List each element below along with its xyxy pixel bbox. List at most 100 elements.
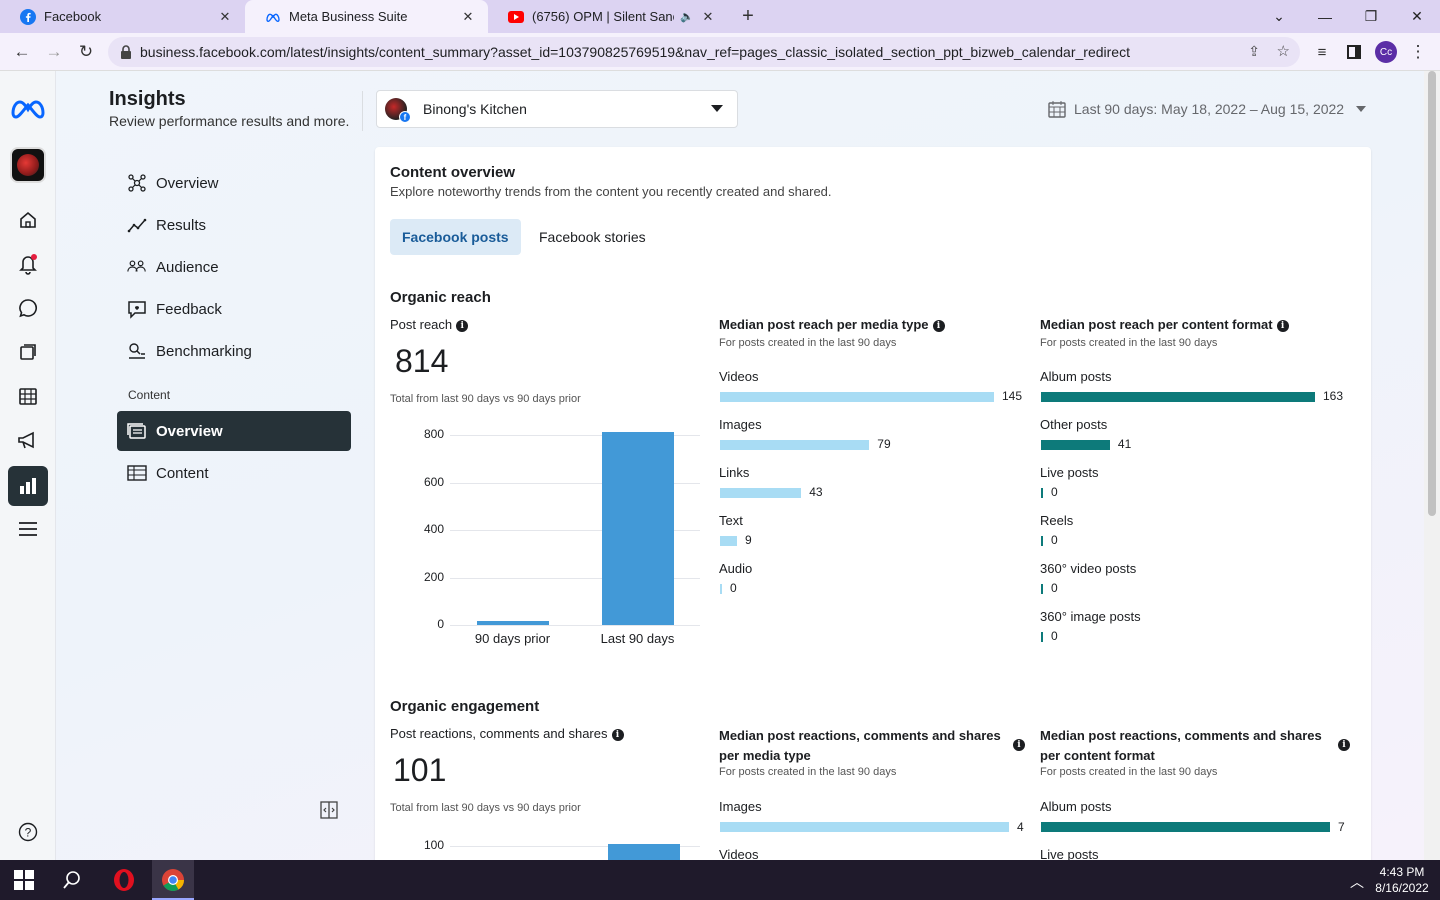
- close-tab-icon[interactable]: ✕: [700, 9, 716, 25]
- speaker-icon[interactable]: 🔈: [680, 10, 694, 23]
- y-tick-label: 0: [437, 617, 444, 631]
- post-reach-label: Post reach: [390, 317, 453, 332]
- sidebar-item-results[interactable]: Results: [117, 205, 351, 245]
- bar-last-90-days: [601, 431, 674, 625]
- info-icon[interactable]: i: [1013, 739, 1025, 751]
- post-reach-note: Total from last 90 days vs 90 days prior: [390, 393, 581, 405]
- page-content: ? Insights Review performance results an…: [0, 71, 1424, 860]
- content-format-chart: Album posts 163 Other posts 41 Live posts 0 Re…: [1040, 369, 1360, 659]
- media-type-note: For posts created in the last 90 days: [719, 337, 897, 349]
- facebook-icon: [20, 8, 36, 25]
- page-name: Binong's Kitchen: [423, 101, 527, 117]
- tray-chevron-icon[interactable]: ︿: [1350, 872, 1364, 892]
- notifications-icon[interactable]: [8, 246, 48, 282]
- calendar-icon: [1048, 101, 1066, 118]
- bar-value: 163: [1323, 389, 1344, 403]
- clock[interactable]: 4:43 PM 8/16/2022: [1372, 864, 1432, 896]
- header-divider: [362, 91, 363, 131]
- bar-reels: [1041, 536, 1043, 546]
- page-title: Insights: [109, 88, 186, 110]
- home-icon[interactable]: [8, 202, 48, 238]
- engagement-label-row: Post reactions, comments and shares i: [390, 726, 624, 741]
- tab-search-chevron-icon[interactable]: ⌄: [1256, 0, 1302, 33]
- new-tab-icon[interactable]: +: [736, 4, 760, 28]
- chrome-taskbar-button[interactable]: [152, 860, 194, 900]
- opera-icon[interactable]: [112, 868, 136, 892]
- x-tick-label: 90 days prior: [474, 631, 551, 646]
- info-icon[interactable]: i: [932, 320, 945, 332]
- people-icon: [127, 257, 147, 277]
- page-avatar-small: f: [385, 98, 411, 123]
- side-panel-icon[interactable]: [1338, 33, 1370, 71]
- bar-label: Reels: [1040, 513, 1074, 528]
- profile-avatar[interactable]: Cc: [1375, 41, 1397, 63]
- y-tick-label: 600: [423, 474, 444, 489]
- bar-label: Live posts: [1040, 847, 1099, 860]
- tab-facebook-stories[interactable]: Facebook stories: [527, 219, 658, 255]
- clock-date: 8/16/2022: [1375, 881, 1429, 895]
- close-tab-icon[interactable]: ✕: [460, 9, 476, 25]
- reading-list-icon[interactable]: ≡: [1306, 33, 1338, 71]
- gridline: [450, 625, 700, 626]
- page-scrollbar[interactable]: [1424, 71, 1440, 860]
- info-icon[interactable]: i: [456, 320, 469, 332]
- close-tab-icon[interactable]: ✕: [217, 9, 233, 25]
- all-tools-menu-icon[interactable]: [8, 511, 48, 547]
- bookmark-star-icon[interactable]: ☆: [1277, 42, 1290, 60]
- reload-icon[interactable]: ↻: [70, 33, 102, 71]
- sidebar-section-label: Content: [128, 388, 171, 402]
- organic-engagement-title: Organic engagement: [390, 698, 540, 715]
- benchmark-icon: [127, 341, 147, 361]
- tab-title: Facebook: [44, 9, 102, 24]
- info-icon[interactable]: i: [1338, 739, 1350, 751]
- search-icon[interactable]: [62, 870, 82, 890]
- bar-album-posts: [1041, 392, 1315, 402]
- address-bar[interactable]: business.facebook.com/latest/insights/co…: [108, 37, 1300, 67]
- collapse-sidebar-icon[interactable]: [319, 800, 339, 820]
- content-format-note: For posts created in the last 90 days: [1040, 337, 1218, 349]
- browser-tab-youtube[interactable]: (6756) OPM | Silent Sanctuary 🔈 ✕: [488, 0, 728, 33]
- sidebar-item-content[interactable]: Content: [117, 453, 351, 493]
- browser-tab-facebook[interactable]: Facebook ✕: [0, 0, 245, 33]
- sidebar-item-overview[interactable]: Overview: [117, 163, 351, 203]
- youtube-icon: [508, 10, 524, 23]
- caret-down-icon: [711, 105, 723, 112]
- posts-icon[interactable]: [8, 334, 48, 370]
- browser-toolbar: ← → ↻ business.facebook.com/latest/insig…: [0, 33, 1440, 71]
- planner-icon[interactable]: [8, 378, 48, 414]
- meta-logo-icon[interactable]: [8, 91, 48, 127]
- page-avatar[interactable]: [8, 147, 48, 183]
- sidebar-item-benchmarking[interactable]: Benchmarking: [117, 331, 351, 371]
- card-description: Explore noteworthy trends from the conte…: [390, 184, 832, 199]
- info-icon[interactable]: i: [1276, 320, 1289, 332]
- engagement-bar-images: [720, 822, 1009, 832]
- sidebar-item-content-overview[interactable]: Overview: [117, 411, 351, 451]
- card-title: Content overview: [390, 164, 516, 181]
- ads-icon[interactable]: [8, 422, 48, 458]
- post-reach-chart: 0 200 400 600 800 90 days prior Last 90 days: [390, 427, 700, 667]
- insights-icon[interactable]: [8, 466, 48, 506]
- minimize-icon[interactable]: —: [1302, 0, 1348, 33]
- back-icon[interactable]: ←: [6, 33, 38, 71]
- browser-menu-icon[interactable]: ⋮: [1402, 33, 1434, 71]
- date-range-selector[interactable]: Last 90 days: May 18, 2022 – Aug 15, 202…: [1048, 99, 1367, 119]
- info-icon[interactable]: i: [611, 729, 624, 741]
- sidebar-item-feedback[interactable]: Feedback: [117, 289, 351, 329]
- browser-tab-meta-business-suite[interactable]: Meta Business Suite ✕: [245, 0, 488, 33]
- inbox-icon[interactable]: [8, 290, 48, 326]
- media-type-title: Median post reach per media type: [719, 317, 929, 332]
- share-icon[interactable]: ⇪: [1248, 43, 1260, 60]
- browser-tab-bar: Facebook ✕ Meta Business Suite ✕ (6756) …: [0, 0, 1440, 33]
- engagement-bar-album-posts: [1041, 822, 1330, 832]
- chrome-icon: [162, 869, 184, 891]
- restore-icon[interactable]: ❐: [1348, 0, 1394, 33]
- close-window-icon[interactable]: ✕: [1394, 0, 1440, 33]
- sidebar-item-audience[interactable]: Audience: [117, 247, 351, 287]
- tab-facebook-posts[interactable]: Facebook posts: [390, 219, 521, 255]
- scrollbar-thumb[interactable]: [1428, 71, 1436, 516]
- windows-start-icon[interactable]: [14, 870, 34, 890]
- forward-icon[interactable]: →: [38, 33, 70, 71]
- page-selector[interactable]: f Binong's Kitchen: [376, 90, 738, 128]
- y-tick-label: 100: [423, 838, 444, 852]
- help-icon[interactable]: ?: [8, 814, 48, 850]
